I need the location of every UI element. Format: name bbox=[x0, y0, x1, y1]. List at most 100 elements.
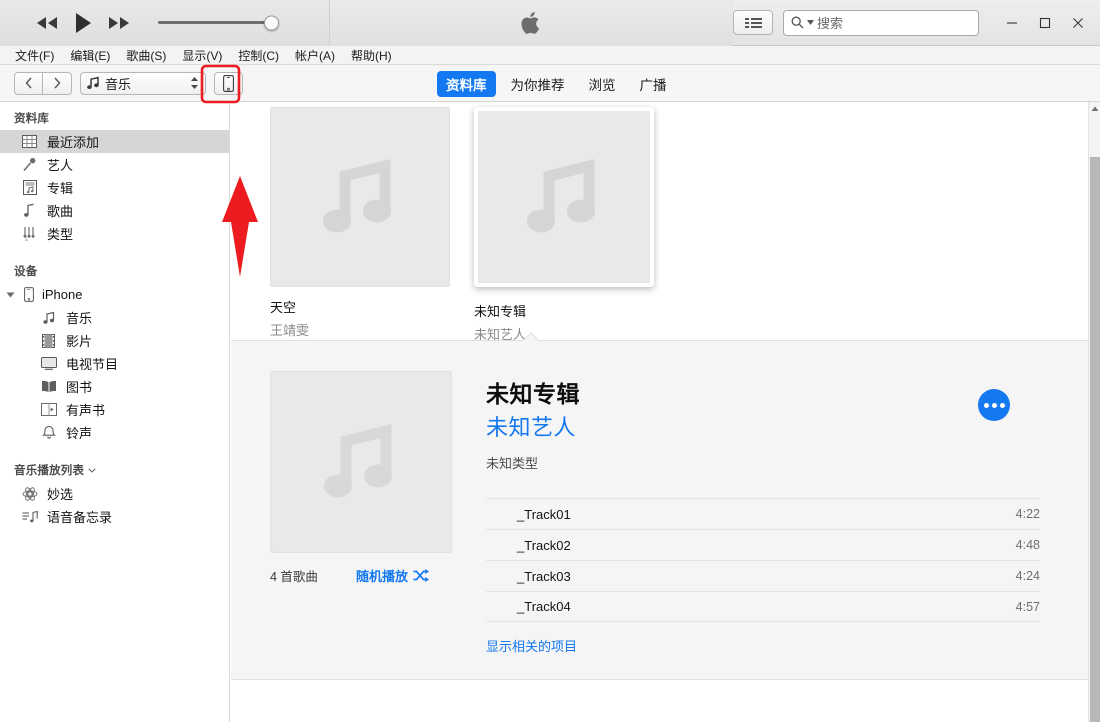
book-icon bbox=[40, 380, 57, 393]
media-picker-dropdown[interactable]: 音乐 bbox=[80, 71, 206, 95]
sidebar-item-genres[interactable]: A 类型 bbox=[0, 222, 229, 245]
show-related-link[interactable]: 显示相关的项目 bbox=[486, 636, 577, 655]
scroll-up-button[interactable] bbox=[1089, 102, 1100, 115]
track-name: _Track01 bbox=[517, 506, 571, 522]
sidebar-item-label: 图书 bbox=[66, 380, 93, 395]
menu-item-song[interactable]: 歌曲(S) bbox=[118, 46, 174, 65]
track-list: _Track01 4:22 _Track02 4:48 _Track03 4:2… bbox=[486, 498, 1040, 622]
forward-button[interactable] bbox=[43, 71, 72, 95]
album-title: 天空 bbox=[270, 300, 297, 315]
menu-item-view[interactable]: 显示(V) bbox=[174, 46, 230, 65]
nav-left-group: 音乐 bbox=[0, 71, 243, 95]
menu-item-controls[interactable]: 控制(C) bbox=[230, 46, 287, 65]
dot bbox=[999, 402, 1005, 408]
sidebar-header-playlists-label: 音乐播放列表 bbox=[14, 465, 85, 477]
sidebar-item-device-ringtones[interactable]: 铃声 bbox=[0, 421, 229, 444]
rewind-icon[interactable] bbox=[36, 16, 58, 30]
sidebar-item-artists[interactable]: 艺人 bbox=[0, 153, 229, 176]
sidebar-item-label: 影片 bbox=[66, 334, 93, 349]
search-placeholder: 搜索 bbox=[817, 16, 844, 31]
sidebar-item-voice-memos[interactable]: 语音备忘录 bbox=[0, 505, 229, 528]
tab-radio[interactable]: 广播 bbox=[631, 71, 676, 97]
sidebar-item-device-tvshows[interactable]: 电视节目 bbox=[0, 352, 229, 375]
album-artist: 王靖雯 bbox=[270, 323, 310, 338]
track-row[interactable]: _Track03 4:24 bbox=[486, 560, 1040, 591]
sidebar-item-iphone[interactable]: iPhone bbox=[0, 283, 229, 306]
menu-item-edit[interactable]: 编辑(E) bbox=[62, 46, 118, 65]
detail-album-genre: 未知类型 bbox=[486, 456, 539, 471]
minimize-button[interactable] bbox=[995, 1, 1028, 45]
track-name: _Track04 bbox=[517, 599, 571, 614]
menu-item-file[interactable]: 文件(F) bbox=[7, 46, 62, 65]
chevron-down-icon[interactable] bbox=[807, 20, 814, 25]
chevron-down-icon[interactable] bbox=[88, 467, 96, 473]
track-row[interactable]: _Track01 4:22 bbox=[486, 498, 1040, 529]
scrollbar-thumb[interactable] bbox=[1090, 157, 1100, 722]
detail-info-column: 未知专辑 未知艺人 未知类型 _Track01 4:22 _Track02 4:… bbox=[486, 371, 1058, 679]
music-note-icon bbox=[87, 76, 99, 90]
content-scrollbar[interactable] bbox=[1088, 102, 1100, 722]
album-detail-panel: 4 首歌曲 随机播放 未知专辑 未知艺人 未知类型 _Track01 4:22 … bbox=[231, 340, 1088, 680]
title-bar: 搜索 bbox=[0, 0, 1100, 46]
status-display bbox=[330, 0, 733, 46]
sidebar-item-device-movies[interactable]: 影片 bbox=[0, 329, 229, 352]
tab-library[interactable]: 资料库 bbox=[437, 70, 496, 97]
menu-item-help[interactable]: 帮助(H) bbox=[343, 46, 400, 65]
album-artwork[interactable] bbox=[270, 107, 450, 287]
sidebar-item-label: iPhone bbox=[42, 287, 83, 302]
play-icon[interactable] bbox=[74, 12, 92, 34]
track-row[interactable]: _Track02 4:48 bbox=[486, 529, 1040, 560]
shuffle-button[interactable]: 随机播放 bbox=[356, 566, 429, 585]
album-icon bbox=[21, 180, 38, 195]
search-input[interactable]: 搜索 bbox=[783, 9, 979, 36]
dot bbox=[983, 402, 989, 408]
sidebar-header-devices: 设备 bbox=[14, 266, 38, 278]
maximize-button[interactable] bbox=[1028, 1, 1061, 45]
detail-album-artist[interactable]: 未知艺人 bbox=[486, 410, 1058, 442]
sidebar-item-songs[interactable]: 歌曲 bbox=[0, 199, 229, 222]
media-picker-label: 音乐 bbox=[105, 76, 132, 92]
fast-forward-icon[interactable] bbox=[108, 16, 130, 30]
close-button[interactable] bbox=[1061, 1, 1094, 45]
track-duration: 4:22 bbox=[1015, 507, 1040, 521]
sidebar-item-label: 电视节目 bbox=[66, 357, 119, 372]
sidebar-item-label: 艺人 bbox=[47, 158, 74, 173]
svg-text:A: A bbox=[25, 237, 28, 241]
sidebar-item-genius[interactable]: 妙选 bbox=[0, 482, 229, 505]
volume-slider[interactable] bbox=[158, 15, 292, 30]
sidebar-item-label: 音乐 bbox=[66, 311, 93, 326]
titlebar-right-controls: 搜索 bbox=[733, 0, 1100, 46]
music-note-placeholder bbox=[527, 158, 595, 233]
song-count-label: 4 首歌曲 bbox=[270, 570, 318, 584]
album-cell[interactable]: 未知专辑 未知艺人 bbox=[474, 107, 654, 342]
sidebar-item-device-books[interactable]: 图书 bbox=[0, 375, 229, 398]
tab-for-you[interactable]: 为你推荐 bbox=[502, 71, 574, 97]
apple-logo bbox=[520, 11, 539, 34]
sidebar-item-albums[interactable]: 专辑 bbox=[0, 176, 229, 199]
sidebar-item-label: 妙选 bbox=[47, 487, 74, 502]
device-button[interactable] bbox=[214, 71, 243, 95]
album-title: 未知专辑 bbox=[474, 304, 527, 319]
shuffle-label: 随机播放 bbox=[355, 569, 408, 584]
tab-browse[interactable]: 浏览 bbox=[580, 71, 625, 97]
sidebar-item-recently-added[interactable]: 最近添加 bbox=[0, 130, 229, 153]
back-button[interactable] bbox=[14, 71, 43, 95]
track-name: _Track02 bbox=[517, 537, 571, 553]
track-name: _Track03 bbox=[517, 568, 571, 584]
volume-knob[interactable] bbox=[264, 15, 279, 30]
list-view-icon[interactable] bbox=[733, 10, 773, 35]
menu-bar: 文件(F) 编辑(E) 歌曲(S) 显示(V) 控制(C) 帐户(A) 帮助(H… bbox=[0, 46, 1100, 65]
disclosure-triangle-icon[interactable] bbox=[6, 292, 15, 297]
shuffle-icon bbox=[413, 569, 429, 582]
album-artwork[interactable] bbox=[474, 107, 654, 287]
detail-album-artwork[interactable] bbox=[270, 371, 452, 553]
volume-track bbox=[158, 21, 278, 24]
grid-icon bbox=[21, 135, 38, 148]
sidebar-item-device-audiobooks[interactable]: 有声书 bbox=[0, 398, 229, 421]
track-row[interactable]: _Track04 4:57 bbox=[486, 591, 1040, 622]
sidebar-item-device-music[interactable]: 音乐 bbox=[0, 306, 229, 329]
album-cell[interactable]: 天空 王靖雯 bbox=[270, 107, 450, 340]
sidebar-header-playlists[interactable]: 音乐播放列表 bbox=[0, 444, 229, 482]
menu-item-account[interactable]: 帐户(A) bbox=[287, 46, 343, 65]
more-options-icon[interactable] bbox=[978, 389, 1010, 421]
